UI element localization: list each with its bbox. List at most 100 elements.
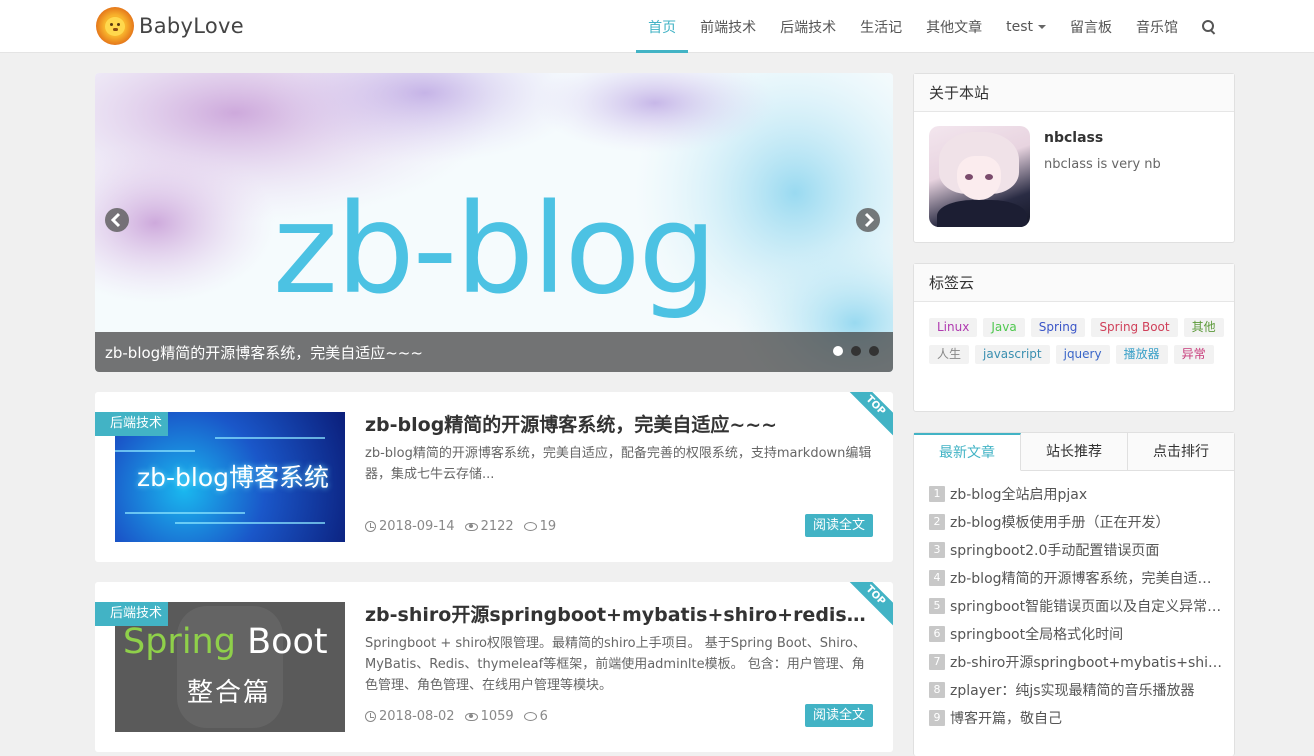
article-title[interactable]: zb-blog精简的开源博客系统，完美自适应~~~ — [365, 410, 875, 437]
list-item[interactable]: 6 springboot全局格式化时间 — [929, 620, 1224, 648]
carousel-indicators — [833, 346, 879, 356]
tab-latest[interactable]: 最新文章 — [914, 433, 1021, 471]
nav-item-music[interactable]: 音乐馆 — [1124, 0, 1190, 53]
brand-logo[interactable]: BabyLove — [96, 7, 244, 45]
eye-icon — [464, 712, 478, 721]
category-tag[interactable]: 后端技术 — [95, 602, 169, 626]
nav-label: 后端技术 — [780, 19, 837, 36]
tag-item[interactable]: 其他 — [1183, 318, 1224, 337]
article-card: zb-blog博客系统 后端技术 TOP zb-blog精简的开源博客系统，完美… — [95, 392, 893, 562]
article-views: 2122 — [480, 519, 514, 534]
carousel-caption[interactable]: zb-blog精简的开源博客系统，完美自适应~~~ — [105, 342, 423, 363]
site-description: nbclass is very nb — [1044, 157, 1161, 172]
comment-icon — [523, 712, 537, 721]
article-tabs: 最新文章 站长推荐 点击排行 — [914, 433, 1234, 471]
carousel-dot-3[interactable] — [869, 346, 879, 356]
tag-item[interactable]: 播放器 — [1115, 345, 1168, 364]
tag-item[interactable]: Spring Boot — [1091, 318, 1178, 337]
article-meta: 2018-08-02 1059 6 — [365, 709, 548, 724]
list-item-title: zb-blog全站启用pjax — [950, 487, 1088, 503]
carousel-next-button[interactable] — [856, 208, 880, 232]
nav-label: 生活记 — [860, 19, 903, 36]
list-item[interactable]: 4 zb-blog精简的开源博客系统，完美自适应~~~ — [929, 564, 1224, 592]
nav-item-home[interactable]: 首页 — [636, 0, 689, 53]
list-item-title: 博客开篇，敬自己 — [950, 711, 1062, 727]
tag-cloud-panel: 标签云 Linux Java Spring Spring Boot 其他人生 javasc… — [913, 263, 1235, 412]
list-item[interactable]: 5 springboot智能错误页面以及自定义异常处理 — [929, 592, 1224, 620]
carousel-dot-2[interactable] — [851, 346, 861, 356]
nav-label: 前端技术 — [700, 19, 757, 36]
thumbnail-text: zb-blog博客系统 — [137, 463, 329, 492]
rank-number: 8 — [929, 682, 945, 698]
list-item[interactable]: 2 zb-blog模板使用手册（正在开发） — [929, 508, 1224, 536]
article-date: 2018-09-14 — [379, 519, 455, 534]
tab-recommended[interactable]: 站长推荐 — [1021, 433, 1128, 470]
latest-article-list: 1 zb-blog全站启用pjax 2 zb-blog模板使用手册（正在开发） 3 spr… — [929, 480, 1224, 732]
article-comments: 19 — [539, 519, 557, 534]
site-owner-name: nbclass — [1044, 130, 1104, 146]
avatar — [929, 126, 1030, 227]
rank-number: 9 — [929, 710, 945, 726]
search-icon — [1202, 19, 1216, 34]
about-panel: 关于本站 nbclass nbclass is very nb — [913, 73, 1235, 243]
carousel-dot-1[interactable] — [833, 346, 843, 356]
nav-label: 首页 — [648, 19, 677, 36]
tag-item[interactable]: Spring — [1030, 318, 1086, 337]
list-item[interactable]: 1 zb-blog全站启用pjax — [929, 480, 1224, 508]
article-summary: zb-blog精简的开源博客系统，完美自适应，配备完善的权限系统，支持markd… — [365, 446, 872, 482]
nav-item-other[interactable]: 其他文章 — [914, 0, 994, 53]
read-more-button[interactable]: 阅读全文 — [804, 704, 873, 727]
thumbnail-subtext: 整合篇 — [187, 678, 272, 708]
eye-icon — [464, 522, 478, 531]
tag-cloud-title: 标签云 — [914, 264, 1234, 302]
article-meta: 2018-09-14 2122 19 — [365, 519, 556, 534]
chevron-left-icon — [110, 212, 121, 228]
tag-item[interactable]: Linux — [929, 318, 978, 337]
nav-search-button[interactable] — [1190, 0, 1228, 53]
about-panel-title: 关于本站 — [914, 74, 1234, 112]
tag-item[interactable]: jquery — [1055, 345, 1110, 364]
list-item-title: zb-shiro开源springboot+mybatis+shiro+redis… — [950, 655, 1224, 671]
read-more-button[interactable]: 阅读全文 — [804, 514, 873, 537]
comment-icon — [523, 522, 537, 531]
tag-list: Linux Java Spring Spring Boot 其他人生 javascript… — [929, 318, 1224, 364]
rank-number: 3 — [929, 542, 945, 558]
article-title[interactable]: zb-shiro开源springboot+mybatis+shiro+redis… — [365, 600, 875, 627]
list-item-title: springboot全局格式化时间 — [950, 627, 1124, 643]
carousel-prev-button[interactable] — [105, 208, 129, 232]
nav-label: 音乐馆 — [1136, 19, 1178, 36]
rank-number: 5 — [929, 598, 945, 614]
list-item-title: springboot2.0手动配置错误页面 — [950, 543, 1160, 559]
clock-icon — [365, 521, 376, 532]
list-item[interactable]: 7 zb-shiro开源springboot+mybatis+shiro+redi… — [929, 648, 1224, 676]
tag-item[interactable]: Java — [983, 318, 1025, 337]
chevron-right-icon — [864, 212, 875, 228]
caret-down-icon — [1038, 24, 1046, 29]
article-views: 1059 — [480, 709, 514, 724]
tag-item[interactable]: 异常 — [1173, 345, 1214, 364]
nav-item-backend[interactable]: 后端技术 — [768, 0, 848, 53]
rank-number: 1 — [929, 486, 945, 502]
article-date: 2018-08-02 — [379, 709, 455, 724]
tab-ranking[interactable]: 点击排行 — [1128, 433, 1234, 470]
tag-item[interactable]: javascript — [975, 345, 1050, 364]
list-item[interactable]: 3 springboot2.0手动配置错误页面 — [929, 536, 1224, 564]
category-tag[interactable]: 后端技术 — [95, 412, 169, 436]
list-item[interactable]: 9 博客开篇，敬自己 — [929, 704, 1224, 732]
rank-number: 2 — [929, 514, 945, 530]
top-navbar: BabyLove 首页 前端技术 后端技术 生活记 其他文章 test 留言板 … — [0, 0, 1314, 53]
list-item-title: zb-blog模板使用手册（正在开发） — [950, 515, 1170, 531]
rank-number: 6 — [929, 626, 945, 642]
banner-carousel[interactable]: zb-blog zb-blog精简的开源博客系统，完美自适应~~~ — [95, 73, 893, 372]
rank-number: 7 — [929, 654, 945, 670]
nav-item-life[interactable]: 生活记 — [848, 0, 914, 53]
tag-item[interactable]: 人生 — [929, 345, 970, 364]
nav-item-frontend[interactable]: 前端技术 — [688, 0, 768, 53]
clock-icon — [365, 711, 376, 722]
list-item[interactable]: 8 zplayer：纯js实现最精简的音乐播放器 — [929, 676, 1224, 704]
nav-item-guestbook[interactable]: 留言板 — [1058, 0, 1124, 53]
list-item-title: zb-blog精简的开源博客系统，完美自适应~~~ — [950, 571, 1224, 587]
thumbnail-text: Spring Boot — [123, 622, 328, 662]
nav-item-test-dropdown[interactable]: test — [994, 0, 1058, 53]
article-summary: Springboot + shiro权限管理。最精简的shiro上手项目。 基于… — [365, 636, 866, 693]
